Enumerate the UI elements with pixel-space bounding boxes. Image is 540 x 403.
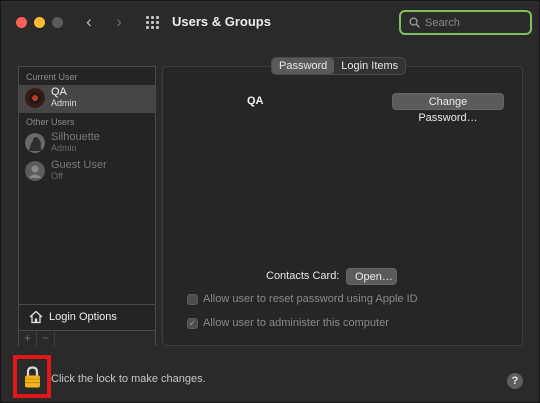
remove-user-button[interactable]: − <box>37 331 55 346</box>
user-role: Off <box>51 171 63 181</box>
current-user-heading: Current User <box>26 72 78 82</box>
administer-computer-checkbox[interactable]: ✓ <box>187 318 198 329</box>
user-name: Silhouette <box>51 131 100 143</box>
tab-login-items[interactable]: Login Items <box>334 58 405 74</box>
guest-user-icon <box>25 161 45 181</box>
tab-password[interactable]: Password <box>272 58 335 74</box>
user-role: Admin <box>51 143 77 153</box>
lock-icon[interactable] <box>24 366 41 388</box>
users-sidebar: Current User QA Admin Other Users Silhou… <box>18 66 156 346</box>
show-all-grid-icon[interactable] <box>146 16 159 29</box>
users-groups-window: ‹ › Users & Groups Current User QA Admin <box>0 0 540 403</box>
add-user-button[interactable]: + <box>19 331 37 346</box>
checkbox-label: Allow user to reset password using Apple… <box>203 293 418 305</box>
reset-password-checkbox[interactable] <box>187 294 198 305</box>
checkbox-label: Allow user to administer this computer <box>203 317 389 329</box>
user-name: Guest User <box>51 159 107 171</box>
search-input[interactable] <box>425 15 525 31</box>
search-icon <box>409 17 420 28</box>
tab-bar: Password Login Items <box>271 57 407 75</box>
help-button[interactable]: ? <box>507 373 523 389</box>
lock-highlight <box>13 355 51 398</box>
home-icon <box>29 310 43 324</box>
user-role: Admin <box>51 98 77 108</box>
login-options-label: Login Options <box>49 311 117 323</box>
back-button[interactable]: ‹ <box>79 12 99 32</box>
user-name: QA <box>51 86 67 98</box>
zoom-window-button[interactable] <box>52 17 63 28</box>
window-title: Users & Groups <box>172 14 271 29</box>
close-window-button[interactable] <box>16 17 27 28</box>
titlebar: ‹ › Users & Groups <box>1 1 540 43</box>
search-field[interactable] <box>399 10 532 35</box>
minimize-window-button[interactable] <box>34 17 45 28</box>
contacts-card-label: Contacts Card: <box>266 270 340 282</box>
user-row-qa[interactable]: QA Admin <box>19 85 155 113</box>
login-options-item[interactable]: Login Options <box>19 304 155 330</box>
lock-status-text: Click the lock to make changes. <box>51 373 206 385</box>
other-users-heading: Other Users <box>26 117 75 127</box>
forward-button[interactable]: › <box>109 12 129 32</box>
qa-avatar <box>25 88 45 108</box>
selected-user-name: QA <box>247 95 264 107</box>
change-password-button[interactable]: Change Password… <box>392 93 504 124</box>
silhouette-avatar <box>25 133 45 153</box>
user-row-guest[interactable]: Guest User Off <box>19 158 155 186</box>
add-remove-bar: + − <box>19 330 155 346</box>
user-row-silhouette[interactable]: Silhouette Admin <box>19 130 155 158</box>
open-contacts-card-button[interactable]: Open… <box>346 268 397 285</box>
